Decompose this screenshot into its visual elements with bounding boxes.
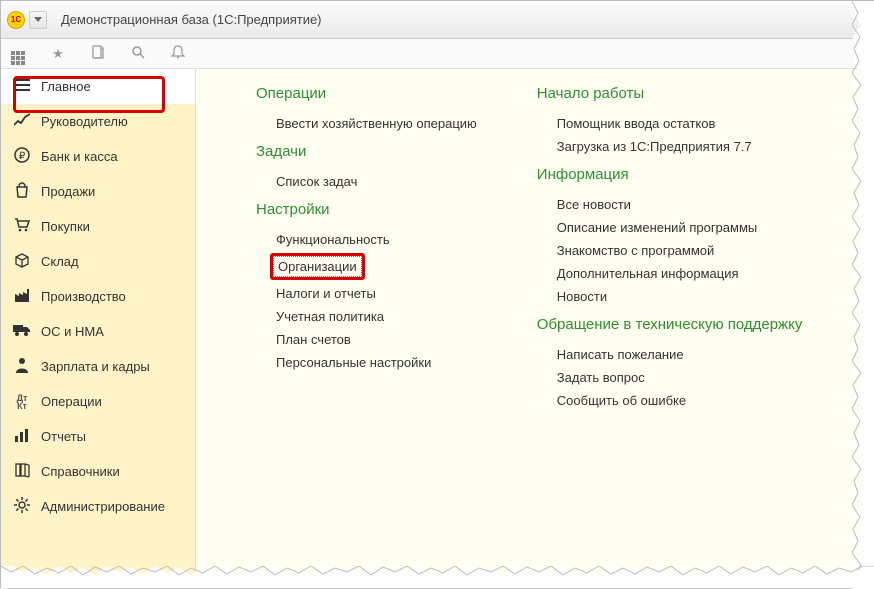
history-icon[interactable] (89, 45, 107, 62)
sidebar-item-label: Зарплата и кадры (41, 359, 150, 374)
section-tasks[interactable]: Задачи (256, 143, 477, 160)
content-column-2: Начало работы Помощник ввода остатковЗаг… (537, 85, 803, 567)
section-info[interactable]: Информация (537, 166, 803, 183)
content-link[interactable]: Дополнительная информация (537, 262, 803, 285)
sidebar-item-truck[interactable]: ОС и НМА (1, 314, 195, 349)
sidebar-item-dtkt[interactable]: ДтКт Операции (1, 384, 195, 419)
content-column-1: Операции Ввести хозяйственную операцию З… (256, 85, 477, 567)
content-link[interactable]: Учетная политика (256, 305, 477, 328)
content-link[interactable]: Все новости (537, 193, 803, 216)
content-link[interactable]: План счетов (256, 328, 477, 351)
box-icon (13, 252, 31, 271)
star-icon[interactable]: ★ (49, 46, 67, 62)
content-link[interactable]: Функциональность (256, 228, 477, 251)
content-link[interactable]: Написать пожелание (537, 343, 803, 366)
sidebar-item-label: Склад (41, 254, 79, 269)
menu-icon (13, 78, 31, 95)
sidebar-item-label: Справочники (41, 464, 120, 479)
sidebar: Главное Руководителю ₽ Банк и касса Продажи П… (1, 69, 196, 587)
content-link[interactable]: Ввести хозяйственную операцию (256, 112, 477, 135)
content-link[interactable]: Описание изменений программы (537, 216, 803, 239)
apps-icon[interactable] (9, 43, 27, 65)
factory-icon (13, 287, 31, 306)
trend-icon (13, 113, 31, 130)
sidebar-item-cart[interactable]: Покупки (1, 209, 195, 244)
window-title: Демонстрационная база (1С:Предприятие) (61, 12, 322, 27)
content-link[interactable]: Задать вопрос (537, 366, 803, 389)
sidebar-item-bars[interactable]: Отчеты (1, 419, 195, 454)
person-icon (13, 357, 31, 376)
dtkt-icon: ДтКт (13, 394, 31, 410)
sidebar-item-label: Покупки (41, 219, 90, 234)
sidebar-item-label: Руководителю (41, 114, 128, 129)
chevron-down-icon (34, 17, 42, 23)
sidebar-item-bag[interactable]: Продажи (1, 174, 195, 209)
titlebar: 1C Демонстрационная база (1С:Предприятие… (1, 1, 873, 39)
content-link[interactable]: Список задач (256, 170, 477, 193)
sidebar-item-factory[interactable]: Производство (1, 279, 195, 314)
content-link[interactable]: Сообщить об ошибке (537, 389, 803, 412)
sidebar-item-gear[interactable]: Администрирование (1, 489, 195, 524)
sidebar-item-label: Операции (41, 394, 102, 409)
search-icon[interactable] (129, 45, 147, 62)
content-link[interactable]: Налоги и отчеты (256, 282, 477, 305)
sidebar-item-label: Главное (41, 79, 91, 94)
app-window: 1C Демонстрационная база (1С:Предприятие… (0, 0, 874, 588)
section-start[interactable]: Начало работы (537, 85, 803, 102)
content-link[interactable]: Новости (537, 285, 803, 308)
sidebar-item-ruble[interactable]: ₽ Банк и касса (1, 139, 195, 174)
toolbar: ★ (1, 39, 873, 69)
link-organizations[interactable]: Организации (273, 256, 362, 277)
bell-icon[interactable] (169, 45, 187, 62)
sidebar-item-menu[interactable]: Главное (1, 69, 195, 104)
sidebar-item-label: ОС и НМА (41, 324, 104, 339)
truck-icon (13, 323, 31, 340)
gear-icon (13, 497, 31, 516)
bag-icon (13, 182, 31, 201)
sidebar-item-box[interactable]: Склад (1, 244, 195, 279)
bars-icon (13, 428, 31, 445)
section-settings[interactable]: Настройки (256, 201, 477, 218)
highlight-organizations: Организации (270, 253, 365, 280)
sidebar-item-label: Администрирование (41, 499, 165, 514)
section-operations[interactable]: Операции (256, 85, 477, 102)
logo-1c-icon: 1C (7, 11, 25, 29)
content-link[interactable]: Знакомство с программой (537, 239, 803, 262)
sidebar-item-label: Банк и касса (41, 149, 118, 164)
titlebar-dropdown-button[interactable] (29, 11, 47, 29)
section-support[interactable]: Обращение в техническую поддержку (537, 316, 803, 333)
svg-text:₽: ₽ (19, 151, 26, 162)
sidebar-item-label: Отчеты (41, 429, 86, 444)
content-link[interactable]: Помощник ввода остатков (537, 112, 803, 135)
sidebar-item-person[interactable]: Зарплата и кадры (1, 349, 195, 384)
content-link[interactable]: Загрузка из 1С:Предприятия 7.7 (537, 135, 803, 158)
ruble-icon: ₽ (13, 147, 31, 166)
sidebar-item-trend[interactable]: Руководителю (1, 104, 195, 139)
sidebar-item-label: Продажи (41, 184, 95, 199)
cart-icon (13, 217, 31, 236)
content-area: Операции Ввести хозяйственную операцию З… (196, 69, 873, 587)
books-icon (13, 462, 31, 481)
content-link[interactable]: Персональные настройки (256, 351, 477, 374)
sidebar-item-books[interactable]: Справочники (1, 454, 195, 489)
sidebar-item-label: Производство (41, 289, 126, 304)
